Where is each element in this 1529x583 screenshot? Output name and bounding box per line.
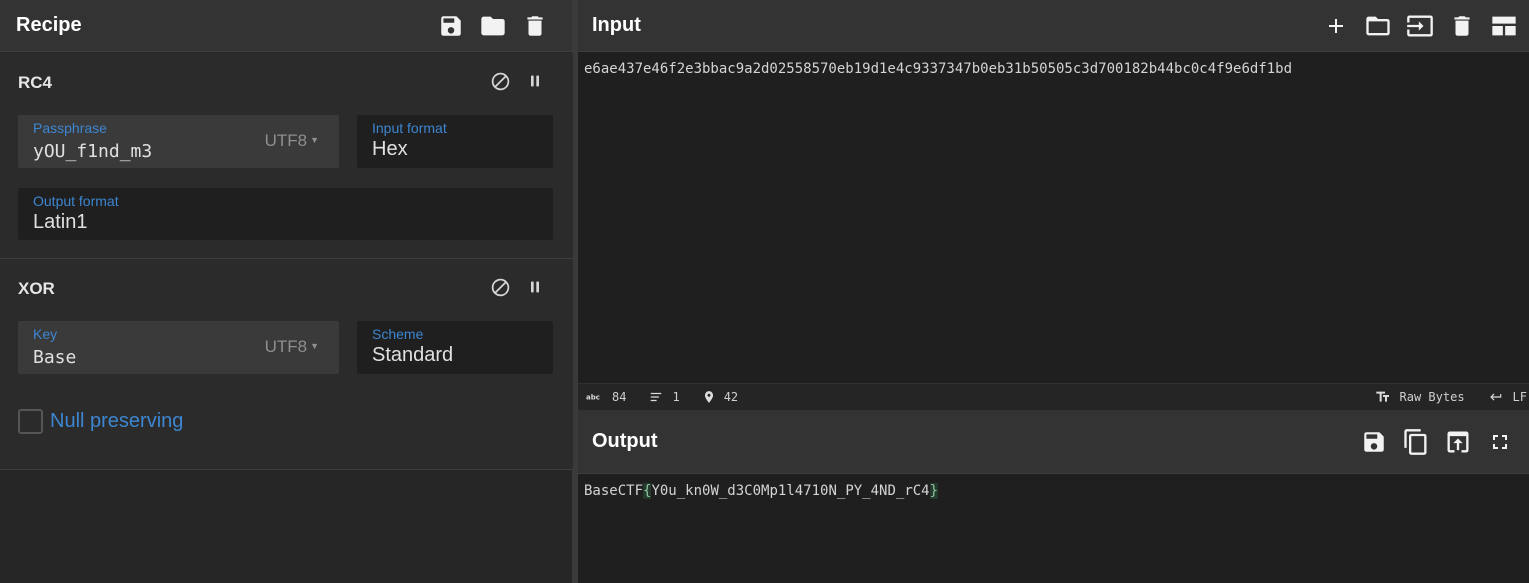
operation-title: XOR: [18, 279, 55, 298]
passphrase-label: Passphrase: [33, 120, 107, 136]
key-value: Base: [33, 347, 77, 368]
pause-icon[interactable]: [523, 275, 547, 299]
open-file-icon[interactable]: [1399, 5, 1441, 47]
svg-text:abc: abc: [586, 394, 600, 402]
input-header: Input: [578, 0, 1529, 52]
null-preserving-label: Null preserving: [50, 410, 184, 432]
output-format-field[interactable]: Output format Latin1: [18, 188, 553, 240]
recipe-pane: Recipe RC4 Passphrase yOU_f1nd_m3 UTF8▼: [0, 0, 573, 583]
input-format-label: Input format: [372, 120, 447, 136]
return-arrow-icon: [1489, 393, 1501, 401]
key-label: Key: [33, 326, 58, 342]
caret-down-icon: ▼: [310, 135, 319, 145]
scheme-value: Standard: [372, 344, 454, 366]
scheme-field[interactable]: Scheme Standard: [357, 321, 553, 374]
input-format-field[interactable]: Input format Hex: [357, 115, 553, 168]
fullscreen-icon[interactable]: [1479, 421, 1521, 463]
null-preserving-checkbox[interactable]: [18, 409, 43, 434]
save-icon[interactable]: [1353, 421, 1395, 463]
input-title: Input: [592, 14, 641, 36]
layout-icon[interactable]: [1483, 5, 1525, 47]
output-text[interactable]: BaseCTF{Y0u_kn0W_d3C0Mp1l4710N_PY_4ND_rC…: [578, 474, 1529, 508]
output-format-label: Output format: [33, 193, 119, 209]
length-value: 84: [612, 390, 627, 404]
key-encoding-dropdown[interactable]: UTF8 ▼: [265, 337, 319, 357]
input-format-value: Hex: [372, 138, 408, 160]
input-pane: Input e6ae437e46f2e3bbac9a2d02558570eb19…: [578, 0, 1529, 410]
raw-bytes-label: Raw Bytes: [1399, 390, 1465, 404]
save-icon[interactable]: [430, 5, 472, 47]
pause-icon[interactable]: [523, 69, 547, 93]
trash-icon[interactable]: [514, 5, 556, 47]
eol-button[interactable]: LF: [1487, 390, 1527, 404]
output-prefix: BaseCTF: [584, 483, 644, 499]
disable-icon[interactable]: [488, 69, 512, 93]
position-stat: 42: [702, 388, 738, 406]
caret-down-icon: ▼: [310, 341, 319, 351]
output-pane: Output BaseCTF{Y0u_kn0W_d3C0Mp1l4710N_PY…: [578, 410, 1529, 583]
rc4-operation: RC4 Passphrase yOU_f1nd_m3 UTF8 ▼ Input f…: [0, 53, 573, 259]
lines-stat: 1: [648, 390, 680, 404]
chr-encoding-button[interactable]: Raw Bytes: [1374, 389, 1465, 405]
key-field[interactable]: Key Base UTF8 ▼: [18, 321, 339, 374]
folder-icon[interactable]: [472, 5, 514, 47]
length-stat: abc 84: [586, 390, 626, 404]
add-icon[interactable]: [1315, 5, 1357, 47]
operation-title: RC4: [18, 73, 53, 92]
recipe-title: Recipe: [16, 14, 82, 36]
output-format-value: Latin1: [33, 211, 88, 233]
position-value: 42: [723, 390, 739, 404]
passphrase-value: yOU_f1nd_m3: [33, 141, 153, 162]
lines-icon: [651, 392, 662, 402]
text-size-icon: [1375, 391, 1389, 402]
eol-label: LF: [1512, 390, 1527, 404]
input-status-bar: abc 84 1 42 Raw Bytes LF: [578, 383, 1529, 410]
passphrase-field[interactable]: Passphrase yOU_f1nd_m3 UTF8 ▼: [18, 115, 339, 168]
recipe-header: Recipe: [0, 0, 572, 52]
input-textarea[interactable]: e6ae437e46f2e3bbac9a2d02558570eb19d1e4c9…: [578, 52, 1529, 86]
output-inner: Y0u_kn0W_d3C0Mp1l4710N_PY_4ND_rC4: [651, 483, 930, 499]
disable-icon[interactable]: [488, 275, 512, 299]
null-preserving-toggle[interactable]: Null preserving: [18, 409, 183, 434]
output-title: Output: [592, 430, 658, 452]
copy-icon[interactable]: [1395, 421, 1437, 463]
passphrase-encoding-dropdown[interactable]: UTF8 ▼: [265, 131, 319, 151]
replace-input-icon[interactable]: [1437, 421, 1479, 463]
scheme-label: Scheme: [372, 326, 424, 342]
lines-value: 1: [672, 390, 680, 404]
abc-icon: abc: [586, 394, 600, 402]
open-folder-icon[interactable]: [1357, 5, 1399, 47]
trash-icon[interactable]: [1441, 5, 1483, 47]
output-header: Output: [578, 410, 1529, 474]
xor-operation: XOR Key Base UTF8 ▼ Scheme Standard Null …: [0, 259, 573, 470]
close-brace: }: [929, 483, 939, 499]
location-pin-icon: [704, 391, 713, 403]
